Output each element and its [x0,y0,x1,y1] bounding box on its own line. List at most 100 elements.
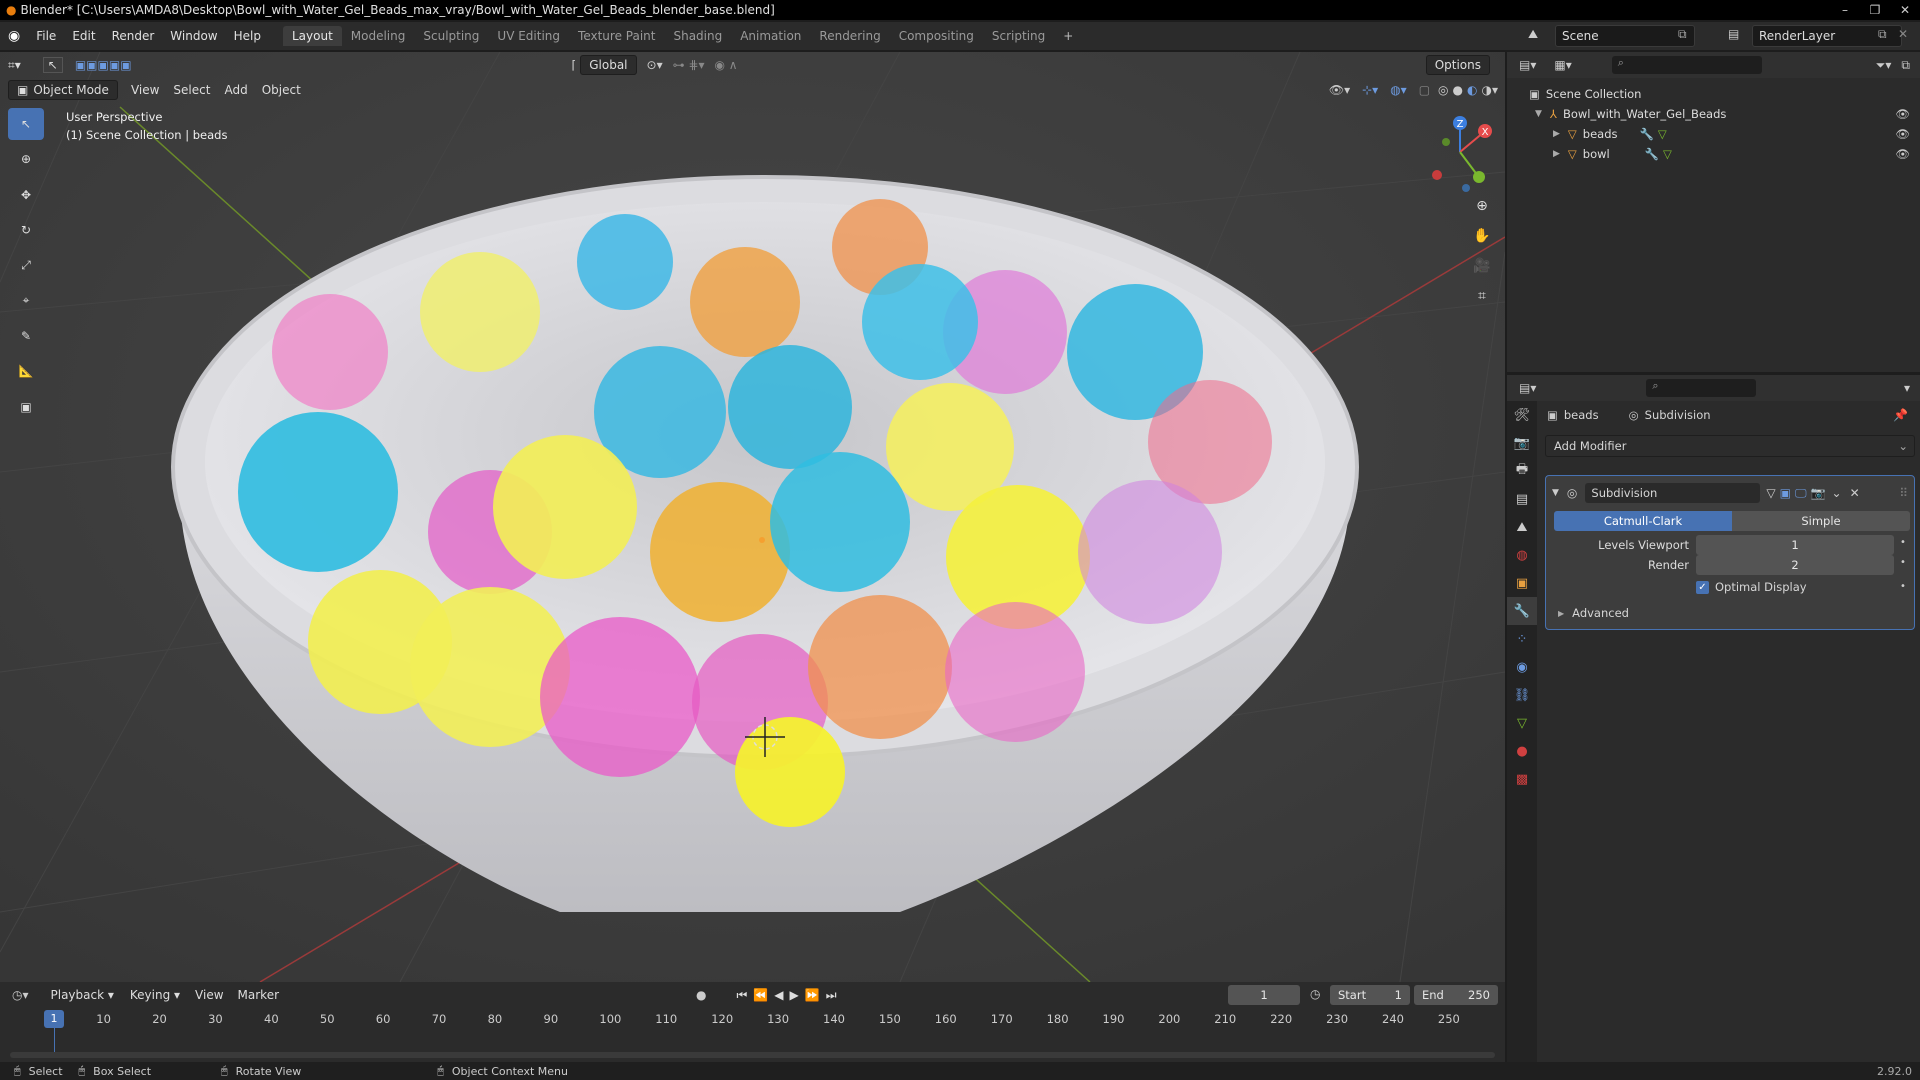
drag-handle-icon[interactable]: ⠿ [1899,486,1908,500]
measure-tool-icon[interactable]: 📐 [8,355,44,387]
snapping-icon[interactable]: ⊶ ⋕▾ [673,58,705,72]
play-reverse-icon[interactable]: ◀ [774,988,783,1002]
select-box-mode-icons[interactable]: ▣▣▣▣▣ [75,58,132,72]
remove-modifier-icon[interactable]: ✕ [1850,486,1860,500]
maximize-button[interactable]: ❐ [1860,0,1890,20]
add-modifier-dropdown[interactable]: Add Modifier ⌄ [1545,435,1915,457]
expand-arrow-icon[interactable]: ▶ [1553,149,1560,159]
play-icon[interactable]: ▶ [790,988,799,1002]
editor-type-icon[interactable]: ⌗▾ [8,58,21,73]
output-tab-icon[interactable]: 🖶 [1507,457,1537,485]
physics-tab-icon[interactable]: ◉ [1507,653,1537,681]
tab-rendering[interactable]: Rendering [810,26,889,46]
close-window-button[interactable]: ✕ [1890,0,1920,20]
modifier-menu-icon[interactable]: ⌄ [1832,486,1842,500]
edit-mode-toggle-icon[interactable]: ▽ [1766,486,1775,500]
visibility-eye-icon[interactable]: 👁 [1895,127,1910,141]
modifier-wrench-icon[interactable]: 🔧 [1640,127,1654,141]
render-toggle-icon[interactable]: 📷 [1811,486,1826,500]
marker-menu[interactable]: Marker [231,986,286,1004]
scene-icon[interactable]: ⛰ [1528,27,1538,42]
data-tab-icon[interactable]: ▽ [1507,709,1537,737]
keyframe-dot-icon[interactable]: • [1900,537,1906,548]
rendered-shading-icon[interactable]: ◑▾ [1482,83,1499,97]
scale-tool-icon[interactable]: ⤢ [8,249,44,281]
object-menu[interactable]: Object [255,81,308,99]
solid-shading-icon[interactable]: ● [1453,83,1463,97]
keyframe-dot-icon[interactable]: • [1900,557,1906,568]
ortho-toggle-icon[interactable]: ⌗ [1468,282,1496,310]
minimize-button[interactable]: – [1830,0,1860,20]
end-frame-field[interactable]: End 250 [1414,985,1498,1005]
constraints-tab-icon[interactable]: ⛓ [1507,681,1537,709]
modifier-wrench-icon[interactable]: 🔧 [1645,147,1659,161]
playhead[interactable]: 1 [44,1010,64,1028]
new-scene-icon[interactable]: ⧉ [1678,27,1687,42]
add-menu[interactable]: Add [217,81,254,99]
mode-dropdown[interactable]: ▣ Object Mode [8,80,118,100]
tab-compositing[interactable]: Compositing [890,26,983,46]
proportional-editing-icon[interactable]: ◉ ∧ [715,58,738,72]
visibility-icon[interactable]: 👁▾ [1329,83,1350,97]
viewport-scene[interactable] [0,52,1505,982]
object-tab-icon[interactable]: ▣ [1507,569,1537,597]
remove-view-layer-icon[interactable]: ✕ [1898,27,1908,41]
mesh-data-icon[interactable]: ▽ [1658,127,1667,141]
tab-animation[interactable]: Animation [731,26,810,46]
outliner-search-field[interactable]: ⌕ [1611,56,1762,74]
transform-orientation-icon[interactable]: ⌈ [572,58,577,72]
options-dropdown[interactable]: Options [1425,55,1490,75]
blender-menu-icon[interactable]: ◉ [0,28,28,44]
render-tab-icon[interactable]: 📷 [1507,429,1537,457]
collapse-arrow-icon[interactable]: ▼ [1552,488,1559,498]
timeline-scrollbar[interactable] [10,1052,1495,1058]
select-box-tool-icon[interactable]: ↖ [8,108,44,140]
cursor-tool-icon[interactable]: ⊕ [8,143,44,175]
new-collection-icon[interactable]: ⧉ [1901,58,1910,73]
display-mode-icon[interactable]: ▦▾ [1554,58,1571,72]
material-shading-icon[interactable]: ◐ [1467,83,1477,97]
menu-edit[interactable]: Edit [64,29,103,43]
tab-uv-editing[interactable]: UV Editing [488,26,569,46]
type-simple-button[interactable]: Simple [1732,511,1910,531]
camera-view-icon[interactable]: 🎥 [1468,252,1496,280]
optimal-display-row[interactable]: ✓ Optimal Display [1696,580,1807,594]
tab-shading[interactable]: Shading [664,26,731,46]
render-levels-field[interactable]: 2 [1696,555,1894,575]
jump-start-icon[interactable]: ⏮ [737,988,748,1003]
visibility-eye-icon[interactable]: 👁 [1895,107,1910,121]
jump-keyframe-back-icon[interactable]: ⏪ [753,988,768,1002]
material-tab-icon[interactable]: ● [1507,737,1537,765]
timeline-editor-icon[interactable]: ◷▾ [12,988,29,1002]
mesh-data-icon[interactable]: ▽ [1663,147,1672,161]
type-catmull-clark-button[interactable]: Catmull-Clark [1554,511,1732,531]
rotate-tool-icon[interactable]: ↻ [8,214,44,246]
modifier-tab-icon[interactable]: 🔧 [1507,597,1537,625]
world-tab-icon[interactable]: ◍ [1507,541,1537,569]
cage-toggle-icon[interactable]: ▣ [1780,486,1791,500]
texture-tab-icon[interactable]: ▩ [1507,765,1537,793]
menu-help[interactable]: Help [226,29,269,43]
expand-arrow-icon[interactable]: ▼ [1535,109,1542,119]
jump-end-icon[interactable]: ⏭ [826,988,837,1003]
transform-tool-icon[interactable]: ⌖ [8,284,44,316]
overlays-toggle-icon[interactable]: ◍▾ [1390,83,1407,97]
tool-tab-icon[interactable]: 🛠 [1507,401,1537,429]
viewport-toggle-icon[interactable]: 🖵 [1795,486,1807,501]
new-view-layer-icon[interactable]: ⧉ [1878,27,1887,42]
outliner-row-beads[interactable]: ▶ ▽ beads 🔧 ▽ 👁 [1507,124,1920,144]
pan-view-icon[interactable]: ✋ [1468,222,1496,250]
tab-texture-paint[interactable]: Texture Paint [569,26,664,46]
viewport-3d[interactable]: ⌗▾ ↖ ▣▣▣▣▣ ⌈ Global ⊙▾ ⊶ ⋕▾ ◉ ∧ Options … [0,52,1505,982]
properties-editor-icon[interactable]: ▤▾ [1519,381,1536,395]
view-layer-icon[interactable]: ▤ [1728,27,1739,41]
zoom-view-icon[interactable]: ⊕ [1468,192,1496,220]
move-tool-icon[interactable]: ✥ [8,179,44,211]
tab-scripting[interactable]: Scripting [983,26,1054,46]
expand-arrow-icon[interactable]: ▶ [1553,129,1560,139]
scene-tab-icon[interactable]: ⛰ [1507,513,1537,541]
advanced-subpanel[interactable]: ▶ Advanced [1558,606,1629,620]
outliner-row-bowl-collection[interactable]: ▼ ⅄ Bowl_with_Water_Gel_Beads 👁 [1507,104,1920,124]
outliner-row-bowl[interactable]: ▶ ▽ bowl 🔧 ▽ 👁 [1507,144,1920,164]
tab-modeling[interactable]: Modeling [342,26,415,46]
